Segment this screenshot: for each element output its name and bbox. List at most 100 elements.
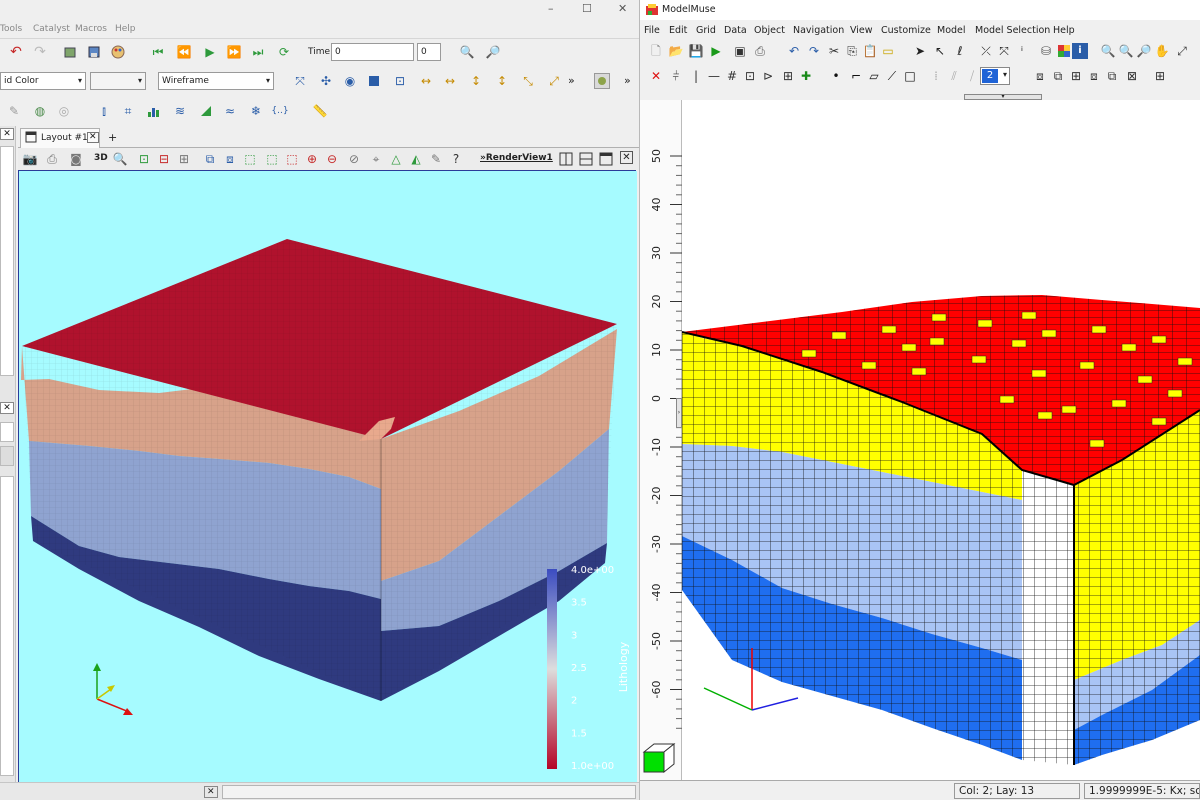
extract-icon[interactable] — [198, 103, 214, 119]
glyph-icon[interactable]: ≋ — [172, 103, 188, 119]
view-cube-5-icon[interactable]: ⧉ — [1104, 68, 1120, 84]
reset-view-icon[interactable] — [366, 73, 382, 89]
camera-icon[interactable]: ◙ — [68, 151, 84, 167]
representation-select[interactable]: Wireframe▾ — [158, 72, 274, 90]
add-vertex-icon[interactable]: ✚ — [798, 68, 814, 84]
zoom-icon[interactable]: 🔍 — [459, 44, 475, 60]
reset-camera-icon[interactable] — [62, 44, 78, 60]
select-point-icon[interactable]: ↖ — [932, 43, 948, 59]
save-file-icon[interactable]: 💾 — [688, 43, 704, 59]
data-icon[interactable]: ⛁ — [1038, 43, 1054, 59]
palette-icon[interactable] — [110, 44, 126, 60]
rubber-band-icon[interactable]: ◭ — [408, 151, 424, 167]
maximize-button[interactable]: ☐ — [582, 2, 592, 15]
properties-apply-area[interactable] — [0, 422, 14, 442]
warp-icon[interactable]: ≈ — [222, 103, 238, 119]
contour-icon[interactable]: ◍ — [32, 103, 48, 119]
redo-icon[interactable]: ↷ — [32, 44, 48, 60]
view-orientation-cube[interactable] — [642, 740, 676, 774]
zoom-closest-icon[interactable]: ✣ — [318, 73, 334, 89]
center-icon[interactable]: ◉ — [342, 73, 358, 89]
play-icon[interactable]: ▶ — [202, 44, 218, 60]
more-button[interactable]: » — [568, 74, 575, 87]
interaction-mode-icon[interactable] — [594, 73, 610, 89]
point-object-icon[interactable]: • — [828, 68, 844, 84]
select-point-on-icon[interactable]: △ — [388, 151, 404, 167]
more-button-2[interactable]: » — [624, 74, 631, 87]
stream-tracer-icon[interactable]: ❄ — [248, 103, 264, 119]
maximize-view-icon[interactable] — [598, 151, 614, 167]
zoom-to-data-icon[interactable]: 🔎 — [485, 44, 501, 60]
grid-lines-icon[interactable]: # — [724, 68, 740, 84]
view-cube-1-icon[interactable]: ⧈ — [1032, 68, 1048, 84]
zoom-view-icon[interactable]: 🔍 — [112, 151, 128, 167]
view-minus-y-icon[interactable]: ↕ — [494, 73, 510, 89]
copy-icon[interactable]: ⎘ — [844, 43, 860, 59]
horizontal-line-icon[interactable]: — — [706, 68, 722, 84]
clip-icon[interactable]: ◎ — [56, 103, 72, 119]
output-close-icon[interactable]: ✕ — [204, 786, 218, 798]
view-3d-toggle[interactable]: 3D — [94, 153, 108, 163]
split-horizontal-icon[interactable] — [558, 151, 574, 167]
menu-file[interactable]: File — [644, 25, 660, 36]
calculator-icon[interactable]: ✎ — [6, 103, 22, 119]
select-frustum-icon[interactable]: ⧉ — [202, 151, 218, 167]
lasso-icon[interactable]: ℓ — [952, 43, 968, 59]
histogram-icon[interactable] — [146, 103, 162, 119]
view-plus-x-icon[interactable]: ↔ — [418, 73, 434, 89]
zoom-in-icon[interactable]: 🔍 — [1118, 43, 1134, 59]
view-cube-2-icon[interactable]: ⧉ — [1050, 68, 1066, 84]
first-frame-icon[interactable]: ⏮ — [150, 44, 166, 60]
component-select[interactable]: ▾ — [90, 72, 146, 90]
polygon-object-icon[interactable]: ▱ — [866, 68, 882, 84]
ruler-icon[interactable]: 📏 — [312, 103, 328, 119]
rotate-grid-icon[interactable]: ⤧ — [996, 43, 1012, 59]
shape-disabled-icon[interactable]: ⧸ — [964, 68, 980, 84]
layer-select[interactable]: 2 ▾ — [980, 67, 1010, 85]
grid-box-icon[interactable]: ⊡ — [742, 68, 758, 84]
menu-catalyst[interactable]: Catalyst — [33, 24, 70, 34]
view-cube-6-icon[interactable]: ⊠ — [1124, 68, 1140, 84]
menu-customize[interactable]: Customize — [881, 25, 931, 36]
delete-icon[interactable]: ✕ — [648, 68, 664, 84]
select-cells-icon[interactable]: ⊡ — [136, 151, 152, 167]
select-block-icon[interactable]: ⊞ — [176, 151, 192, 167]
reset-camera-closest-icon[interactable]: ⤧ — [292, 73, 308, 89]
tab-close-icon[interactable]: ✕ — [87, 132, 99, 143]
edit-icon[interactable]: ✎ — [428, 151, 444, 167]
grid-arrow-icon[interactable]: ⊳ — [760, 68, 776, 84]
last-frame-icon[interactable]: ⏭ — [250, 44, 266, 60]
screenshot-icon[interactable]: 📷 — [22, 151, 38, 167]
split-column-icon[interactable]: ⫩ — [668, 68, 684, 84]
add-layout-tab-button[interactable]: + — [108, 131, 117, 144]
properties-panel[interactable] — [0, 476, 14, 776]
loop-icon[interactable]: ⟳ — [276, 44, 292, 60]
draw-disabled-icon[interactable]: ⁞ — [928, 68, 944, 84]
rectangle-object-icon[interactable]: □ — [902, 68, 918, 84]
menu-data[interactable]: Data — [724, 25, 747, 36]
menu-help[interactable]: Help — [115, 24, 136, 34]
redo-mm-icon[interactable]: ↷ — [806, 43, 822, 59]
zoom-out-icon[interactable]: 🔎 — [1136, 43, 1152, 59]
new-file-icon[interactable]: 🗋 — [648, 43, 664, 59]
undo-mm-icon[interactable]: ↶ — [786, 43, 802, 59]
python-calculator-icon[interactable]: {..} — [272, 103, 288, 119]
grid-plus-icon[interactable]: ⊞ — [780, 68, 796, 84]
properties-close-icon[interactable]: ✕ — [0, 402, 14, 414]
zoom-box-icon[interactable]: ⊡ — [392, 73, 408, 89]
render-view[interactable]: 4.0e+003.532.521.51.0e+00 Lithology — [18, 170, 636, 782]
view-cube-3-icon[interactable]: ⊞ — [1068, 68, 1084, 84]
save-state-icon[interactable] — [86, 44, 102, 60]
capture-icon[interactable]: ⎙ — [44, 151, 60, 167]
color-grid-icon[interactable] — [1056, 43, 1072, 59]
spacing-icon[interactable]: ⁱ — [1014, 43, 1030, 59]
polyline-object-icon[interactable]: ⌐ — [848, 68, 864, 84]
hover-points-icon[interactable]: ⬚ — [264, 151, 280, 167]
zoom-mm-icon[interactable]: 🔍 — [1100, 43, 1116, 59]
close-button[interactable]: ✕ — [618, 2, 627, 15]
close-view-icon[interactable]: ✕ — [620, 151, 633, 164]
view-minus-x-icon[interactable]: ↔ — [442, 73, 458, 89]
export-icon[interactable]: ▣ — [732, 43, 748, 59]
menu-model[interactable]: Model — [937, 25, 966, 36]
run-model-icon[interactable]: ▶ — [708, 43, 724, 59]
